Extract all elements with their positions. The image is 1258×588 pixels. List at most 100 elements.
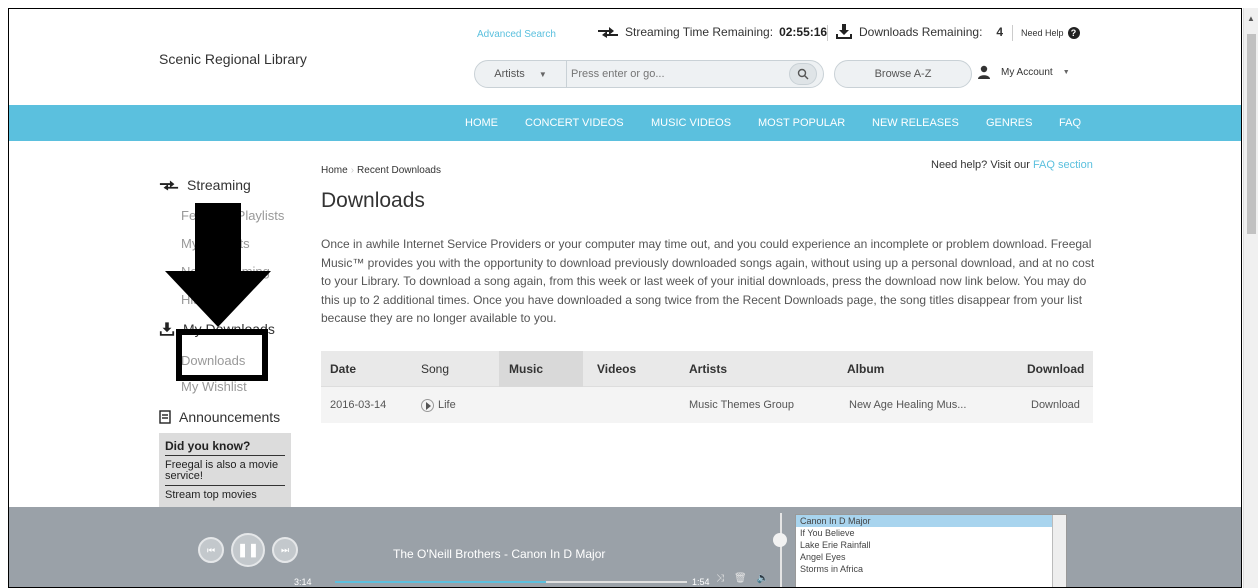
table-row: 2016-03-14 Life Music Themes Group New A… bbox=[321, 387, 1093, 423]
page-title: Downloads bbox=[321, 189, 425, 212]
column-header-date[interactable]: Date bbox=[330, 351, 356, 387]
nav-faq[interactable]: FAQ bbox=[1059, 105, 1081, 141]
nav-new-releases[interactable]: NEW RELEASES bbox=[872, 105, 959, 141]
nav-most-popular[interactable]: MOST POPULAR bbox=[758, 105, 845, 141]
streaming-time-value: 02:55:16 bbox=[779, 25, 828, 39]
main-nav: HOME CONCERT VIDEOS MUSIC VIDEOS MOST PO… bbox=[9, 105, 1241, 141]
intro-paragraph: Once in awhile Internet Service Provider… bbox=[321, 237, 1095, 325]
scroll-up-icon[interactable]: ▲ bbox=[1247, 14, 1255, 23]
volume-slider[interactable] bbox=[780, 513, 782, 587]
library-name[interactable]: Scenic Regional Library bbox=[159, 51, 307, 67]
downloads-remaining-count: 4 bbox=[996, 25, 1004, 39]
search-bar: Artists ▼ bbox=[474, 60, 824, 88]
need-help-label: Need Help bbox=[1021, 28, 1064, 38]
column-header-music[interactable]: Music bbox=[509, 351, 543, 387]
user-icon bbox=[978, 65, 990, 79]
trash-icon[interactable]: 🗑 bbox=[734, 573, 747, 584]
my-account-menu[interactable]: My Account ▼ bbox=[977, 65, 1070, 79]
search-type-select[interactable]: Artists ▼ bbox=[475, 61, 567, 87]
song-title: Life bbox=[438, 399, 456, 411]
did-you-know-item[interactable]: Stream top movies bbox=[165, 490, 285, 504]
search-type-value: Artists bbox=[494, 68, 525, 80]
annotation-arrow-icon bbox=[165, 203, 271, 327]
sidebar-announcements-label: Announcements bbox=[179, 409, 281, 425]
cell-album[interactable]: New Age Healing Mus... bbox=[849, 387, 966, 423]
download-link[interactable]: Download bbox=[1031, 387, 1080, 423]
search-icon bbox=[797, 68, 809, 80]
play-icon[interactable] bbox=[421, 398, 434, 412]
volume-knob[interactable] bbox=[773, 533, 787, 547]
pause-icon: ❚❚ bbox=[237, 542, 259, 557]
table-header: Date Song Music Videos Artists Album Dow… bbox=[321, 351, 1093, 387]
advanced-search-link[interactable]: Advanced Search bbox=[477, 29, 556, 40]
sidebar-item-my-wishlist[interactable]: My Wishlist bbox=[181, 379, 247, 394]
queue-scrollbar[interactable] bbox=[1052, 515, 1066, 587]
queue-item[interactable]: If You Believe bbox=[796, 527, 1052, 539]
help-icon: ? bbox=[1067, 27, 1080, 39]
caret-down-icon: ▼ bbox=[1062, 68, 1070, 76]
queue-item[interactable]: Lake Erie Rainfall bbox=[796, 539, 1052, 551]
column-header-download[interactable]: Download bbox=[1027, 351, 1084, 387]
pause-button[interactable]: ❚❚ bbox=[231, 533, 265, 567]
breadcrumb-home[interactable]: Home bbox=[321, 165, 348, 176]
browser-page: Scenic Regional Library Advanced Search … bbox=[8, 8, 1242, 588]
nav-genres[interactable]: GENRES bbox=[986, 105, 1032, 141]
previous-icon: ⏮ bbox=[206, 544, 216, 555]
streaming-icon bbox=[159, 180, 179, 191]
nav-music-videos[interactable]: MUSIC VIDEOS bbox=[651, 105, 731, 141]
did-you-know-item[interactable]: Freegal is also a movie service! bbox=[165, 460, 285, 486]
downloads-remaining: Downloads Remaining: 4 bbox=[835, 24, 1003, 40]
my-account-label: My Account bbox=[1001, 66, 1053, 78]
page-scrollbar[interactable]: ▲ bbox=[1243, 8, 1258, 588]
streaming-time-remaining: Streaming Time Remaining: 02:55:16 bbox=[597, 25, 827, 39]
search-button[interactable] bbox=[789, 63, 817, 85]
did-you-know-box: Did you know? Freegal is also a movie se… bbox=[159, 433, 291, 513]
faq-section-link[interactable]: FAQ section bbox=[1033, 159, 1093, 171]
breadcrumb-current: Recent Downloads bbox=[357, 165, 441, 176]
faq-help-text: Need help? Visit our FAQ section bbox=[931, 159, 1093, 171]
queue-item[interactable]: Storms in Africa bbox=[796, 563, 1052, 575]
need-help-link[interactable]: Need Help ? bbox=[1021, 27, 1080, 39]
column-header-videos[interactable]: Videos bbox=[597, 351, 636, 387]
elapsed-time: 3:14 bbox=[294, 577, 312, 587]
caret-down-icon: ▼ bbox=[538, 69, 547, 79]
progress-bar[interactable] bbox=[335, 581, 687, 583]
column-header-artists[interactable]: Artists bbox=[689, 351, 727, 387]
next-button[interactable]: ⏭ bbox=[272, 537, 298, 563]
progress-fill bbox=[335, 581, 547, 583]
sidebar-announcements[interactable]: Announcements bbox=[159, 409, 280, 425]
previous-button[interactable]: ⏮ bbox=[198, 537, 224, 563]
faq-help-label: Need help? Visit our bbox=[931, 159, 1030, 171]
playlist-queue: Canon In D Major If You Believe Lake Eri… bbox=[795, 514, 1067, 587]
divider bbox=[827, 25, 828, 41]
sidebar-streaming[interactable]: Streaming bbox=[159, 177, 251, 193]
music-player: ⏮ ❚❚ ⏭ The O'Neill Brothers - Canon In D… bbox=[9, 507, 1241, 587]
breadcrumb-separator: › bbox=[350, 165, 355, 176]
site-header: Scenic Regional Library Advanced Search … bbox=[9, 9, 1241, 105]
nav-home[interactable]: HOME bbox=[465, 105, 498, 141]
column-header-album[interactable]: Album bbox=[847, 351, 884, 387]
did-you-know-title: Did you know? bbox=[165, 439, 285, 456]
next-icon: ⏭ bbox=[280, 544, 290, 555]
search-input[interactable] bbox=[571, 65, 771, 83]
streaming-time-label: Streaming Time Remaining: bbox=[625, 25, 774, 39]
announcements-icon bbox=[159, 410, 171, 424]
column-header-song[interactable]: Song bbox=[421, 351, 449, 387]
cell-song[interactable]: Life bbox=[421, 387, 456, 423]
annotation-highlight-box bbox=[176, 329, 268, 381]
nav-concert-videos[interactable]: CONCERT VIDEOS bbox=[525, 105, 624, 141]
scrollbar-thumb[interactable] bbox=[1247, 34, 1256, 234]
queue-item[interactable]: Canon In D Major bbox=[796, 515, 1052, 527]
browse-a-z-button[interactable]: Browse A-Z bbox=[834, 60, 972, 88]
breadcrumb: Home › Recent Downloads bbox=[321, 165, 441, 176]
divider bbox=[1012, 25, 1013, 41]
downloads-table: Date Song Music Videos Artists Album Dow… bbox=[321, 351, 1093, 423]
cell-artist[interactable]: Music Themes Group bbox=[689, 387, 794, 423]
sidebar-streaming-label: Streaming bbox=[187, 177, 251, 193]
downloads-remaining-label: Downloads Remaining: bbox=[859, 25, 983, 39]
download-icon bbox=[836, 24, 852, 39]
cell-date: 2016-03-14 bbox=[330, 399, 387, 411]
shuffle-icon[interactable]: ⤨ bbox=[716, 573, 724, 584]
queue-item[interactable]: Angel Eyes bbox=[796, 551, 1052, 563]
volume-icon[interactable]: 🔈 bbox=[757, 573, 769, 584]
